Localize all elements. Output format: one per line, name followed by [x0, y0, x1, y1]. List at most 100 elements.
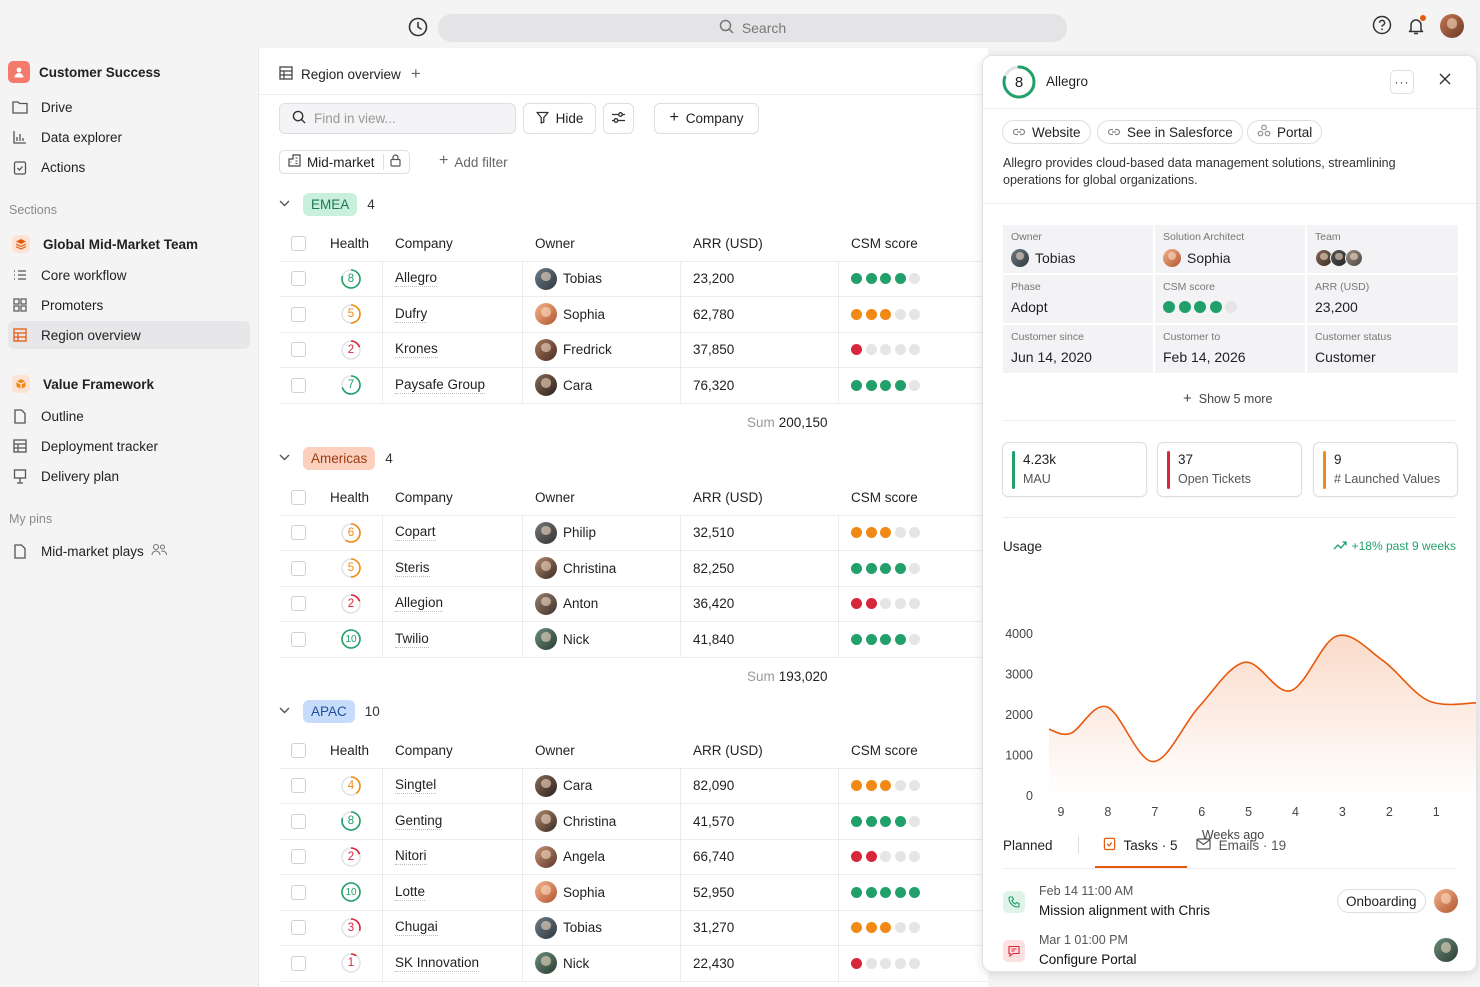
task-item[interactable]: Mar 1 01:00 PM Configure Portal — [1003, 930, 1458, 971]
table-row[interactable]: 1 SK Innovation Nick 22,430 — [279, 946, 989, 982]
column-header[interactable]: Owner — [535, 226, 575, 261]
owner-cell[interactable]: Christina — [535, 804, 616, 839]
company-link[interactable]: Twilio — [395, 631, 429, 648]
owner-cell[interactable]: Angela — [535, 840, 605, 875]
kpi-launched-values[interactable]: 9 # Launched Values — [1313, 442, 1458, 497]
field-phase[interactable]: Phase Adopt — [1003, 275, 1153, 323]
group-header-emea[interactable]: EMEA 4 — [279, 193, 375, 216]
column-header[interactable]: Health — [330, 480, 369, 515]
row-checkbox[interactable] — [291, 342, 306, 358]
table-row[interactable]: 3 Chugai Tobias 31,270 — [279, 910, 989, 946]
add-view-icon[interactable]: + — [411, 64, 421, 84]
table-row[interactable]: 10 Lotte Sophia 52,950 — [279, 875, 989, 911]
more-options-button[interactable]: ··· — [1390, 70, 1414, 94]
tab-tasks[interactable]: Tasks · 5 — [1094, 836, 1187, 868]
salesforce-link[interactable]: See in Salesforce — [1097, 120, 1243, 144]
kpi-mau[interactable]: 4.23k MAU — [1002, 442, 1147, 497]
group-header-americas[interactable]: Americas 4 — [279, 447, 393, 470]
owner-cell[interactable]: Tobias — [535, 911, 602, 946]
sidebar-item-promoters[interactable]: Promoters — [8, 291, 250, 319]
table-row[interactable]: 5 Dufry Sophia 62,780 — [279, 297, 989, 333]
row-checkbox[interactable] — [291, 377, 306, 393]
company-link[interactable]: Copart — [395, 524, 436, 542]
kpi-open-tickets[interactable]: 37 Open Tickets — [1157, 442, 1302, 497]
row-checkbox[interactable] — [291, 525, 306, 541]
clock-icon[interactable] — [407, 16, 429, 38]
field-owner[interactable]: Owner Tobias — [1003, 225, 1153, 273]
chevron-down-icon[interactable] — [279, 453, 293, 464]
select-all-checkbox[interactable] — [291, 742, 306, 758]
sidebar-item-deployment-tracker[interactable]: Deployment tracker — [8, 432, 250, 460]
notifications-icon[interactable] — [1406, 14, 1427, 36]
field-solution-architect[interactable]: Solution Architect Sophia — [1155, 225, 1305, 273]
field-arr[interactable]: ARR (USD) 23,200 — [1307, 275, 1458, 323]
sidebar-item-mid-market-plays[interactable]: Mid-market plays — [8, 537, 250, 565]
column-header[interactable]: Owner — [535, 480, 575, 515]
sidebar-item-delivery-plan[interactable]: Delivery plan — [8, 462, 250, 490]
column-header[interactable]: Company — [395, 733, 453, 768]
sidebar-item-core-workflow[interactable]: Core workflow — [8, 261, 250, 289]
group-header-apac[interactable]: APAC 10 — [279, 700, 380, 723]
sidebar-workspace[interactable]: Customer Success — [8, 58, 250, 86]
field-customer-status[interactable]: Customer status Customer — [1307, 325, 1458, 373]
row-checkbox[interactable] — [291, 560, 306, 576]
row-checkbox[interactable] — [291, 884, 306, 900]
company-link[interactable]: Nitori — [395, 848, 427, 866]
column-header[interactable]: Health — [330, 733, 369, 768]
user-avatar[interactable] — [1440, 14, 1464, 38]
owner-cell[interactable]: Christina — [535, 551, 616, 586]
tab-planned[interactable]: Planned — [1003, 838, 1053, 853]
tab-emails[interactable]: Emails · 19 — [1195, 838, 1286, 853]
company-link[interactable]: Steris — [395, 560, 430, 577]
portal-link[interactable]: Portal — [1247, 120, 1323, 144]
chevron-down-icon[interactable] — [279, 706, 293, 717]
close-button[interactable] — [1436, 71, 1454, 89]
sidebar-item-drive[interactable]: Drive — [8, 93, 250, 121]
search-bar[interactable]: Search — [438, 14, 1067, 42]
table-row[interactable]: 2 Krones Fredrick 37,850 — [279, 332, 989, 368]
owner-cell[interactable]: Philip — [535, 516, 596, 551]
filter-chip-mid-market[interactable]: Mid-market — [279, 150, 410, 174]
owner-cell[interactable]: Cara — [535, 368, 592, 403]
company-link[interactable]: Dufry — [395, 306, 428, 323]
column-header[interactable]: Owner — [535, 733, 575, 768]
field-csm-score[interactable]: CSM score — [1155, 275, 1305, 323]
owner-cell[interactable]: Fredrick — [535, 333, 612, 368]
column-header[interactable]: ARR (USD) — [693, 733, 763, 768]
show-more-button[interactable]: + Show 5 more — [1183, 390, 1272, 407]
company-link[interactable]: Paysafe Group — [395, 377, 486, 394]
select-all-checkbox[interactable] — [291, 489, 306, 505]
column-header[interactable]: ARR (USD) — [693, 226, 763, 261]
column-header[interactable]: Health — [330, 226, 369, 261]
sidebar-item-actions[interactable]: Actions — [8, 153, 250, 181]
column-header[interactable]: ARR (USD) — [693, 480, 763, 515]
row-checkbox[interactable] — [291, 813, 306, 829]
company-link[interactable]: SK Innovation — [395, 955, 480, 972]
table-row[interactable]: 4 Singtel Cara 82,090 — [279, 768, 989, 804]
company-link[interactable]: Singtel — [395, 777, 437, 795]
owner-cell[interactable]: Cara — [535, 769, 592, 804]
field-customer-since[interactable]: Customer since Jun 14, 2020 — [1003, 325, 1153, 373]
add-company-button[interactable]: + Company — [654, 103, 759, 134]
field-team[interactable]: Team — [1307, 225, 1458, 273]
owner-cell[interactable]: Nick — [535, 622, 589, 657]
owner-cell[interactable]: Sophia — [535, 297, 605, 332]
sidebar-team[interactable]: Global Mid-Market Team — [8, 230, 250, 258]
row-checkbox[interactable] — [291, 849, 306, 865]
row-checkbox[interactable] — [291, 596, 306, 612]
table-row[interactable]: 8 Genting Christina 41,570 — [279, 804, 989, 840]
field-customer-to[interactable]: Customer to Feb 14, 2026 — [1155, 325, 1305, 373]
row-checkbox[interactable] — [291, 306, 306, 322]
task-badge[interactable]: Onboarding — [1337, 889, 1426, 913]
select-all-checkbox[interactable] — [291, 235, 306, 251]
task-item[interactable]: Feb 14 11:00 AM Mission alignment with C… — [1003, 881, 1458, 929]
hide-button[interactable]: Hide — [523, 103, 596, 134]
table-row[interactable]: 7 Paysafe Group Cara 76,320 — [279, 368, 989, 404]
add-filter-button[interactable]: + Add filter — [439, 152, 508, 170]
company-link[interactable]: Genting — [395, 813, 443, 830]
owner-cell[interactable]: Sophia — [535, 875, 605, 910]
company-link[interactable]: Allegion — [395, 595, 444, 613]
owner-cell[interactable]: Anton — [535, 587, 598, 622]
company-link[interactable]: Lotte — [395, 884, 426, 901]
column-header[interactable]: CSM score — [851, 733, 918, 768]
